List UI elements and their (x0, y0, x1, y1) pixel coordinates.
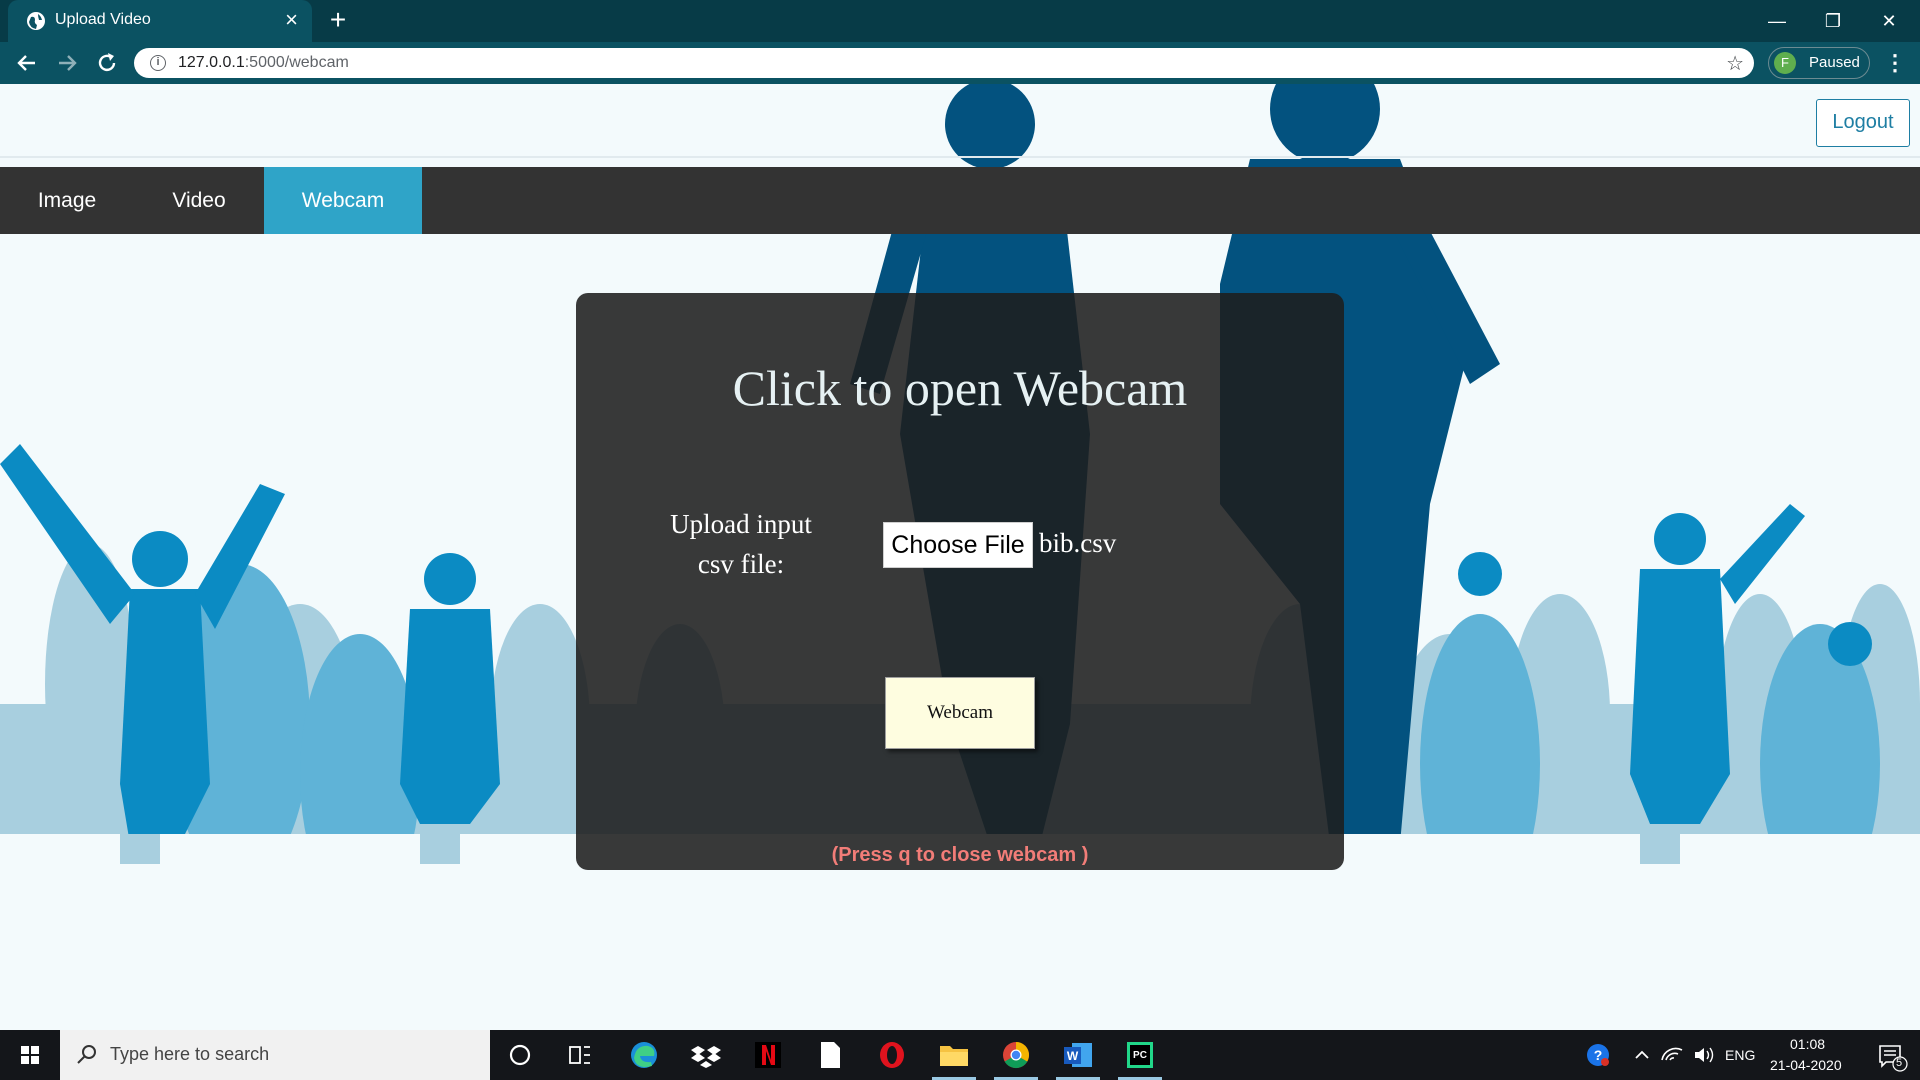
search-icon (77, 1045, 96, 1064)
selected-file-name: bib.csv (1039, 528, 1117, 558)
browser-tab[interactable]: Upload Video × (8, 0, 312, 42)
clock-time[interactable]: 01:08 (1790, 1036, 1825, 1052)
svg-text:W: W (1067, 1049, 1079, 1063)
new-tab-button[interactable]: + (324, 6, 352, 34)
file-icon[interactable] (800, 1030, 860, 1080)
tab-title: Upload Video (55, 11, 151, 28)
close-window-button[interactable]: ✕ (1862, 6, 1916, 36)
nav-item-video[interactable]: Video (134, 167, 264, 234)
svg-text:?: ? (1594, 1047, 1603, 1063)
notification-center-icon[interactable]: 5 (1860, 1030, 1920, 1080)
choose-file-button[interactable]: Choose File (883, 522, 1033, 568)
wifi-icon[interactable] (1656, 1030, 1688, 1080)
close-webcam-note: (Press q to close webcam ) (831, 844, 1089, 866)
restore-button[interactable]: ❐ (1806, 6, 1860, 36)
edge-icon[interactable] (614, 1030, 674, 1080)
upload-label-line2: csv file: (697, 549, 785, 579)
profile-button[interactable]: F Paused (1768, 47, 1870, 79)
svg-text:PC: PC (1133, 1050, 1147, 1061)
info-icon[interactable]: i (150, 55, 166, 71)
forward-arrow-icon[interactable] (52, 48, 82, 78)
opera-icon[interactable] (862, 1030, 922, 1080)
tab-close-icon[interactable]: × (285, 8, 298, 32)
panel-title: Click to open Webcam (732, 360, 1188, 416)
search-placeholder: Type here to search (110, 1044, 270, 1064)
nav-item-webcam[interactable]: Webcam (264, 167, 422, 234)
url-text: 127.0.0.1:5000/webcam (178, 54, 349, 72)
page-content: Logout Image Video Webcam Click to open … (0, 84, 1920, 1030)
upload-label-line1: Upload input (670, 509, 812, 539)
minimize-button[interactable]: — (1750, 6, 1804, 36)
netflix-icon[interactable] (738, 1030, 798, 1080)
reload-icon[interactable] (92, 48, 122, 78)
upload-csv-label: Upload input csv file: (656, 504, 826, 584)
pycharm-icon[interactable]: PC (1110, 1030, 1170, 1080)
language-indicator[interactable]: ENG (1725, 1047, 1755, 1063)
bookmark-star-icon[interactable]: ☆ (1726, 51, 1744, 76)
webcam-panel: Click to open Webcam Upload input csv fi… (576, 293, 1344, 870)
nav-item-image[interactable]: Image (0, 167, 134, 234)
main-navbar: Image Video Webcam (0, 167, 1920, 234)
task-view-icon[interactable] (550, 1030, 610, 1080)
taskbar-search-box[interactable]: Type here to search (60, 1030, 490, 1080)
volume-icon[interactable] (1688, 1030, 1720, 1080)
address-bar[interactable]: i 127.0.0.1:5000/webcam ☆ (134, 48, 1754, 78)
back-arrow-icon[interactable] (12, 48, 42, 78)
dropbox-icon[interactable] (676, 1030, 736, 1080)
browser-titlebar: Upload Video × + — ❐ ✕ (0, 0, 1920, 42)
profile-status: Paused (1809, 54, 1860, 71)
avatar: F (1774, 52, 1796, 74)
globe-icon (27, 12, 45, 30)
windows-start-icon[interactable] (0, 1030, 60, 1080)
clock-date[interactable]: 21-04-2020 (1770, 1057, 1842, 1073)
url-host: 127.0.0.1 (178, 54, 245, 71)
header-divider (0, 156, 1920, 158)
cortana-icon[interactable] (490, 1030, 550, 1080)
word-icon[interactable]: W (1048, 1030, 1108, 1080)
kebab-menu-icon[interactable]: ⋮ (1880, 48, 1910, 78)
file-explorer-icon[interactable] (924, 1030, 984, 1080)
notification-count: 5 (1896, 1057, 1903, 1069)
logout-button[interactable]: Logout (1816, 99, 1910, 147)
url-path: :5000/webcam (244, 54, 349, 71)
windows-taskbar: Type here to search W PC ? ENG 01:08 21-… (0, 1030, 1920, 1080)
browser-toolbar: i 127.0.0.1:5000/webcam ☆ F Paused ⋮ (0, 42, 1920, 84)
chrome-icon[interactable] (986, 1030, 1046, 1080)
help-alert-icon[interactable]: ? (1578, 1030, 1618, 1080)
webcam-button[interactable]: Webcam (885, 677, 1035, 749)
